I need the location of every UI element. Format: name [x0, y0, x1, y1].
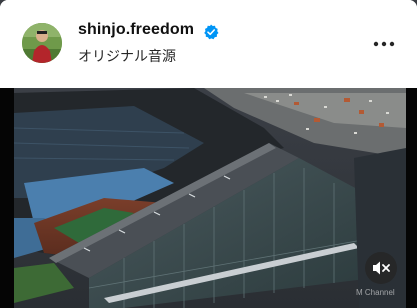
avatar[interactable] — [22, 23, 62, 63]
video-player[interactable] — [0, 88, 417, 308]
letterbox-left — [0, 88, 14, 308]
video-watermark: M Channel — [356, 288, 395, 297]
letterbox-right — [406, 88, 417, 308]
mute-toggle-button[interactable] — [365, 252, 397, 284]
post-header: shinjo.freedom オリジナル音源 — [0, 0, 417, 88]
username[interactable]: shinjo.freedom — [78, 21, 194, 39]
stadium-video-frame — [14, 88, 406, 308]
more-options-icon[interactable] — [372, 34, 396, 54]
post-card: shinjo.freedom オリジナル音源 M Channel — [0, 0, 417, 308]
verified-badge-icon — [204, 24, 219, 40]
audio-label[interactable]: オリジナル音源 — [78, 46, 176, 66]
avatar-image — [22, 23, 62, 63]
muted-speaker-icon — [373, 261, 390, 275]
